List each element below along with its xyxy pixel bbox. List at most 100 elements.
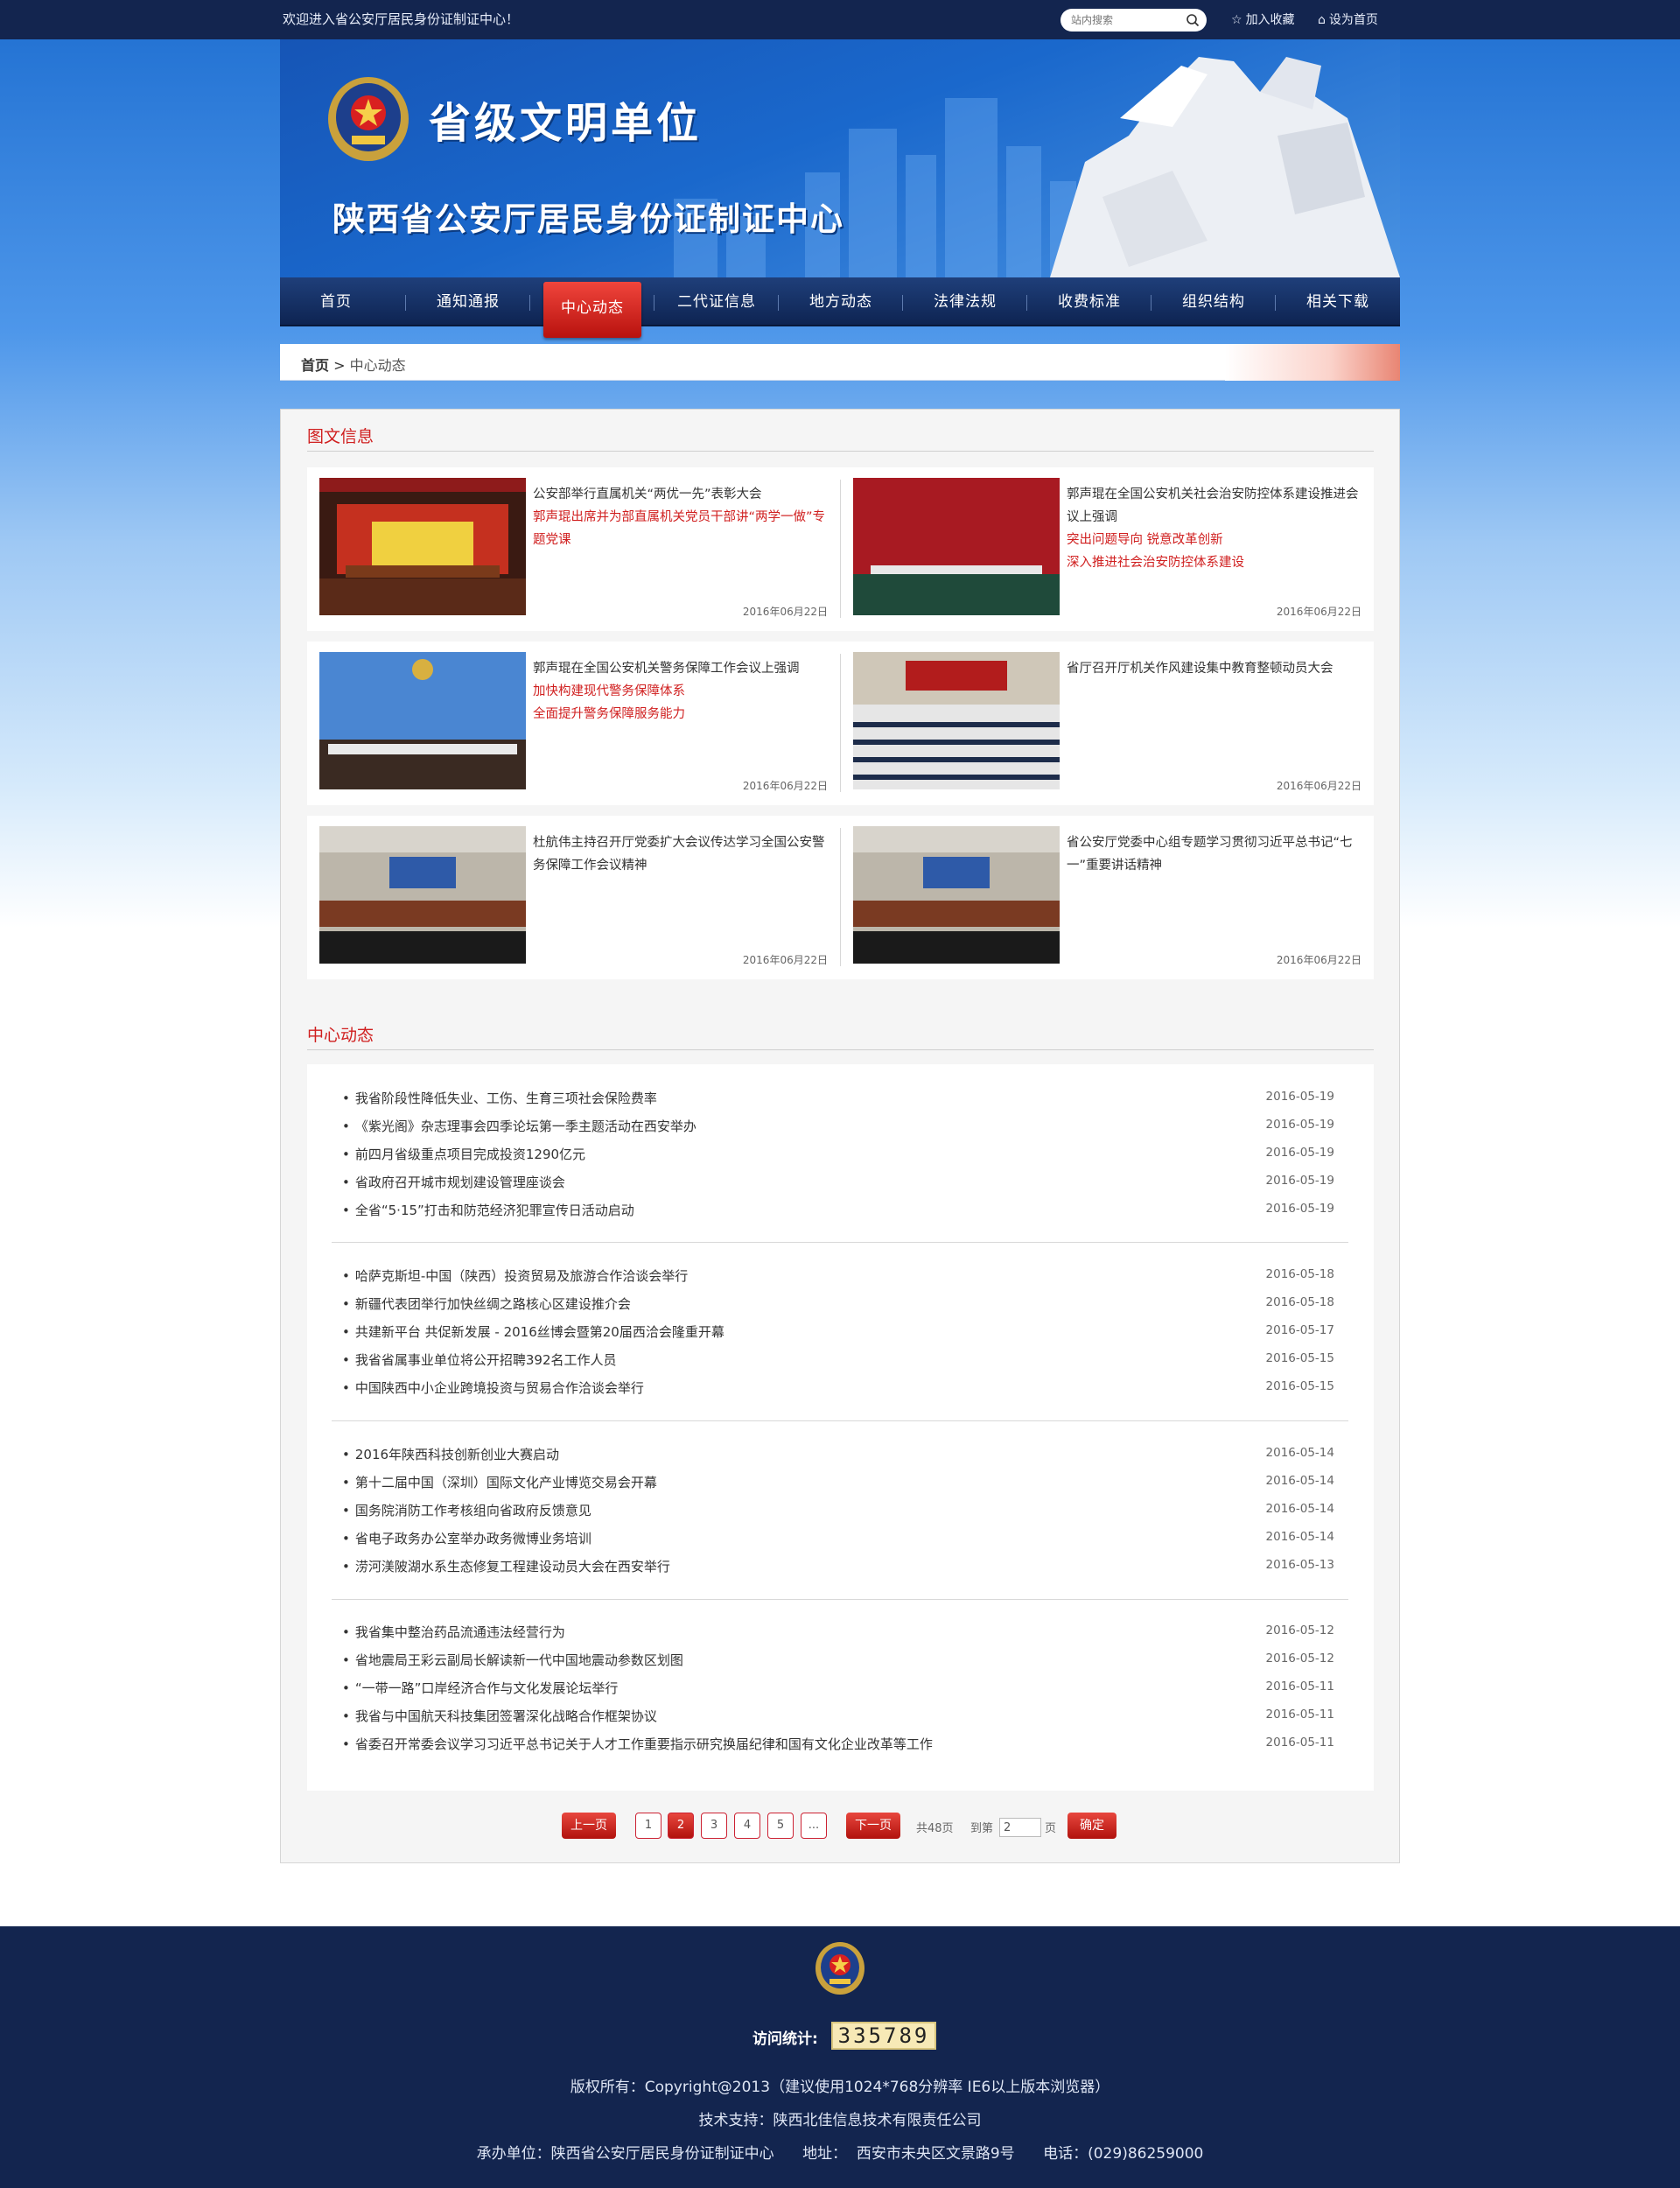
- prev-page-button[interactable]: 上一页: [562, 1813, 616, 1839]
- news-date: 2016年06月22日: [742, 954, 828, 966]
- list-item-title[interactable]: 哈萨克斯坦-中国（陕西）投资贸易及旅游合作洽谈会举行: [342, 1266, 688, 1285]
- list-item[interactable]: 涝河渼陂湖水系生态修复工程建设动员大会在西安举行 2016-05-13: [333, 1552, 1348, 1580]
- news-list-group: 我省阶段性降低失业、工伤、生育三项社会保险费率 2016-05-19 《紫光阁》杂…: [333, 1083, 1348, 1224]
- news-photo[interactable]: [853, 478, 1060, 615]
- nav-divider: [902, 295, 903, 311]
- nav-item-downloads[interactable]: 相关下载: [1289, 277, 1387, 326]
- news-photo[interactable]: [319, 478, 526, 615]
- list-item[interactable]: 国务院消防工作考核组向省政府反馈意见 2016-05-14: [333, 1496, 1348, 1524]
- list-item-date: 2016-05-14: [1265, 1474, 1334, 1488]
- news-photo[interactable]: [853, 826, 1060, 964]
- list-item-title[interactable]: 中国陕西中小企业跨境投资与贸易合作洽谈会举行: [342, 1378, 644, 1397]
- list-item[interactable]: 我省阶段性降低失业、工伤、生育三项社会保险费率 2016-05-19: [333, 1083, 1348, 1112]
- news-list-group: 2016年陕西科技创新创业大赛启动 2016-05-14 第十二届中国（深圳）国际…: [333, 1440, 1348, 1580]
- photo-news-item[interactable]: 省公安厅党委中心组专题学习贯彻习近平总书记“七一”重要讲话精神 2016年06月…: [841, 816, 1374, 979]
- page-1-button[interactable]: 1: [635, 1813, 662, 1839]
- news-title[interactable]: 省厅召开厅机关作风建设集中教育整顿动员大会: [1067, 662, 1334, 676]
- list-item-title[interactable]: 新疆代表团举行加快丝绸之路核心区建设推介会: [342, 1294, 631, 1313]
- news-title[interactable]: 郭声琨在全国公安机关社会治安防控体系建设推进会议上强调: [1067, 487, 1359, 524]
- news-title[interactable]: 省公安厅党委中心组专题学习贯彻习近平总书记“七一”重要讲话精神: [1067, 836, 1353, 873]
- list-item[interactable]: 中国陕西中小企业跨境投资与贸易合作洽谈会举行 2016-05-15: [333, 1373, 1348, 1401]
- list-item[interactable]: 《紫光阁》杂志理事会四季论坛第一季主题活动在西安举办 2016-05-19: [333, 1112, 1348, 1140]
- list-item-title[interactable]: 共建新平台 共促新发展 - 2016丝博会暨第20届西洽会隆重开幕: [342, 1322, 724, 1341]
- list-item-title[interactable]: 《紫光阁》杂志理事会四季论坛第一季主题活动在西安举办: [342, 1117, 696, 1135]
- photo-news-item[interactable]: 省厅召开厅机关作风建设集中教育整顿动员大会 2016年06月22日: [841, 642, 1374, 805]
- news-photo[interactable]: [319, 652, 526, 789]
- list-item-date: 2016-05-19: [1265, 1174, 1334, 1188]
- list-item[interactable]: 省地震局王彩云副局长解读新一代中国地震动参数区划图 2016-05-12: [333, 1645, 1348, 1673]
- list-item[interactable]: 共建新平台 共促新发展 - 2016丝博会暨第20届西洽会隆重开幕 2016-05…: [333, 1317, 1348, 1345]
- photo-news-item[interactable]: 郭声琨在全国公安机关警务保障工作会议上强调 加快构建现代警务保障体系 全面提升警…: [307, 642, 840, 805]
- list-item-title[interactable]: 省委召开常委会议学习习近平总书记关于人才工作重要指示研究换届纪律和国有文化企业改…: [342, 1735, 933, 1753]
- nav-item-notices[interactable]: 通知通报: [419, 277, 517, 326]
- nav-item-organization[interactable]: 组织结构: [1165, 277, 1263, 326]
- list-item[interactable]: 我省省属事业单位将公开招聘392名工作人员 2016-05-15: [333, 1345, 1348, 1373]
- page-ellipsis[interactable]: ...: [801, 1813, 827, 1839]
- nav-item-local-news[interactable]: 地方动态: [792, 277, 890, 326]
- list-item-title[interactable]: 涝河渼陂湖水系生态修复工程建设动员大会在西安举行: [342, 1557, 670, 1575]
- list-item-title[interactable]: 我省集中整治药品流通违法经营行为: [342, 1623, 565, 1641]
- list-item[interactable]: 第十二届中国（深圳）国际文化产业博览交易会开幕 2016-05-14: [333, 1468, 1348, 1496]
- page-4-button[interactable]: 4: [734, 1813, 760, 1839]
- news-title[interactable]: 郭声琨在全国公安机关警务保障工作会议上强调: [533, 662, 800, 676]
- list-item-title[interactable]: 全省“5·15”打击和防范经济犯罪宣传日活动启动: [342, 1201, 634, 1219]
- list-item[interactable]: “一带一路”口岸经济合作与文化发展论坛举行 2016-05-11: [333, 1673, 1348, 1701]
- search-input[interactable]: [1071, 12, 1176, 28]
- list-item[interactable]: 前四月省级重点项目完成投资1290亿元 2016-05-19: [333, 1140, 1348, 1168]
- search-box[interactable]: [1060, 9, 1207, 32]
- list-item[interactable]: 省电子政务办公室举办政务微博业务培训 2016-05-14: [333, 1524, 1348, 1552]
- list-item-title[interactable]: 前四月省级重点项目完成投资1290亿元: [342, 1145, 585, 1163]
- nav-item-fees[interactable]: 收费标准: [1040, 277, 1138, 326]
- news-title[interactable]: 公安部举行直属机关“两优一先”表彰大会: [533, 487, 762, 501]
- nav-item-laws[interactable]: 法律法规: [916, 277, 1014, 326]
- list-item-date: 2016-05-13: [1265, 1558, 1334, 1572]
- news-text: 公安部举行直属机关“两优一先”表彰大会 郭声琨出席并为部直属机关党员干部讲“两学…: [533, 483, 829, 551]
- photo-news-item[interactable]: 公安部举行直属机关“两优一先”表彰大会 郭声琨出席并为部直属机关党员干部讲“两学…: [307, 467, 840, 631]
- goto-page-input[interactable]: [999, 1818, 1041, 1837]
- list-item-date: 2016-05-11: [1265, 1736, 1334, 1750]
- news-photo[interactable]: [319, 826, 526, 964]
- list-item-title[interactable]: 第十二届中国（深圳）国际文化产业博览交易会开幕: [342, 1473, 657, 1491]
- list-item[interactable]: 新疆代表团举行加快丝绸之路核心区建设推介会 2016-05-18: [333, 1289, 1348, 1317]
- bookmark-link[interactable]: ☆ 加入收藏: [1231, 11, 1295, 28]
- search-icon[interactable]: [1186, 13, 1200, 27]
- photo-news-item[interactable]: 郭声琨在全国公安机关社会治安防控体系建设推进会议上强调 突出问题导向 锐意改革创…: [841, 467, 1374, 631]
- breadcrumb-home[interactable]: 首页: [301, 357, 329, 374]
- list-item-title[interactable]: 省政府召开城市规划建设管理座谈会: [342, 1173, 565, 1191]
- list-item[interactable]: 哈萨克斯坦-中国（陕西）投资贸易及旅游合作洽谈会举行 2016-05-18: [333, 1261, 1348, 1289]
- set-homepage-label: 设为首页: [1328, 13, 1378, 27]
- news-title[interactable]: 杜航伟主持召开厅党委扩大会议传达学习全国公安警务保障工作会议精神: [533, 836, 825, 873]
- list-item-title[interactable]: 我省与中国航天科技集团签署深化战略合作框架协议: [342, 1707, 657, 1725]
- list-item-title[interactable]: 省地震局王彩云副局长解读新一代中国地震动参数区划图: [342, 1651, 683, 1669]
- list-item-title[interactable]: 省电子政务办公室举办政务微博业务培训: [342, 1529, 592, 1547]
- list-item-date: 2016-05-14: [1265, 1530, 1334, 1544]
- list-item-title[interactable]: 我省省属事业单位将公开招聘392名工作人员: [342, 1350, 617, 1369]
- photo-news-item[interactable]: 杜航伟主持召开厅党委扩大会议传达学习全国公安警务保障工作会议精神 2016年06…: [307, 816, 840, 979]
- list-item[interactable]: 全省“5·15”打击和防范经济犯罪宣传日活动启动 2016-05-19: [333, 1196, 1348, 1224]
- nav-item-center-news[interactable]: 中心动态: [543, 282, 641, 338]
- building-silhouette: [945, 98, 998, 277]
- page-2-button[interactable]: 2: [668, 1813, 694, 1839]
- set-homepage-link[interactable]: ⌂ 设为首页: [1318, 11, 1378, 28]
- welcome-text: 欢迎进入省公安厅居民身份证制证中心！: [283, 11, 520, 27]
- list-item-title[interactable]: 2016年陕西科技创新创业大赛启动: [342, 1445, 559, 1463]
- nav-divider: [1151, 295, 1152, 311]
- list-item[interactable]: 我省集中整治药品流通违法经营行为 2016-05-12: [333, 1617, 1348, 1645]
- list-item[interactable]: 我省与中国航天科技集团签署深化战略合作框架协议 2016-05-11: [333, 1701, 1348, 1729]
- list-item[interactable]: 省委召开常委会议学习习近平总书记关于人才工作重要指示研究换届纪律和国有文化企业改…: [333, 1729, 1348, 1757]
- list-item[interactable]: 2016年陕西科技创新创业大赛启动 2016-05-14: [333, 1440, 1348, 1468]
- host-info-text: 承办单位：陕西省公安厅居民身份证制证中心 地址： 西安市未央区文景路9号 电话：…: [476, 2145, 1204, 2163]
- news-photo[interactable]: [853, 652, 1060, 789]
- page-5-button[interactable]: 5: [767, 1813, 794, 1839]
- banner-title: 省级文明单位: [429, 99, 703, 148]
- list-item-title[interactable]: “一带一路”口岸经济合作与文化发展论坛举行: [342, 1679, 619, 1697]
- nav-item-home[interactable]: 首页: [287, 277, 385, 326]
- police-badge-icon: [816, 1942, 864, 1995]
- list-item-title[interactable]: 国务院消防工作考核组向省政府反馈意见: [342, 1501, 592, 1519]
- goto-confirm-button[interactable]: 确定: [1068, 1813, 1116, 1839]
- list-item[interactable]: 省政府召开城市规划建设管理座谈会 2016-05-19: [333, 1168, 1348, 1196]
- list-item-title[interactable]: 我省阶段性降低失业、工伤、生育三项社会保险费率: [342, 1089, 657, 1107]
- nav-item-id-card-info[interactable]: 二代证信息: [668, 277, 766, 326]
- page-3-button[interactable]: 3: [701, 1813, 727, 1839]
- next-page-button[interactable]: 下一页: [846, 1813, 900, 1839]
